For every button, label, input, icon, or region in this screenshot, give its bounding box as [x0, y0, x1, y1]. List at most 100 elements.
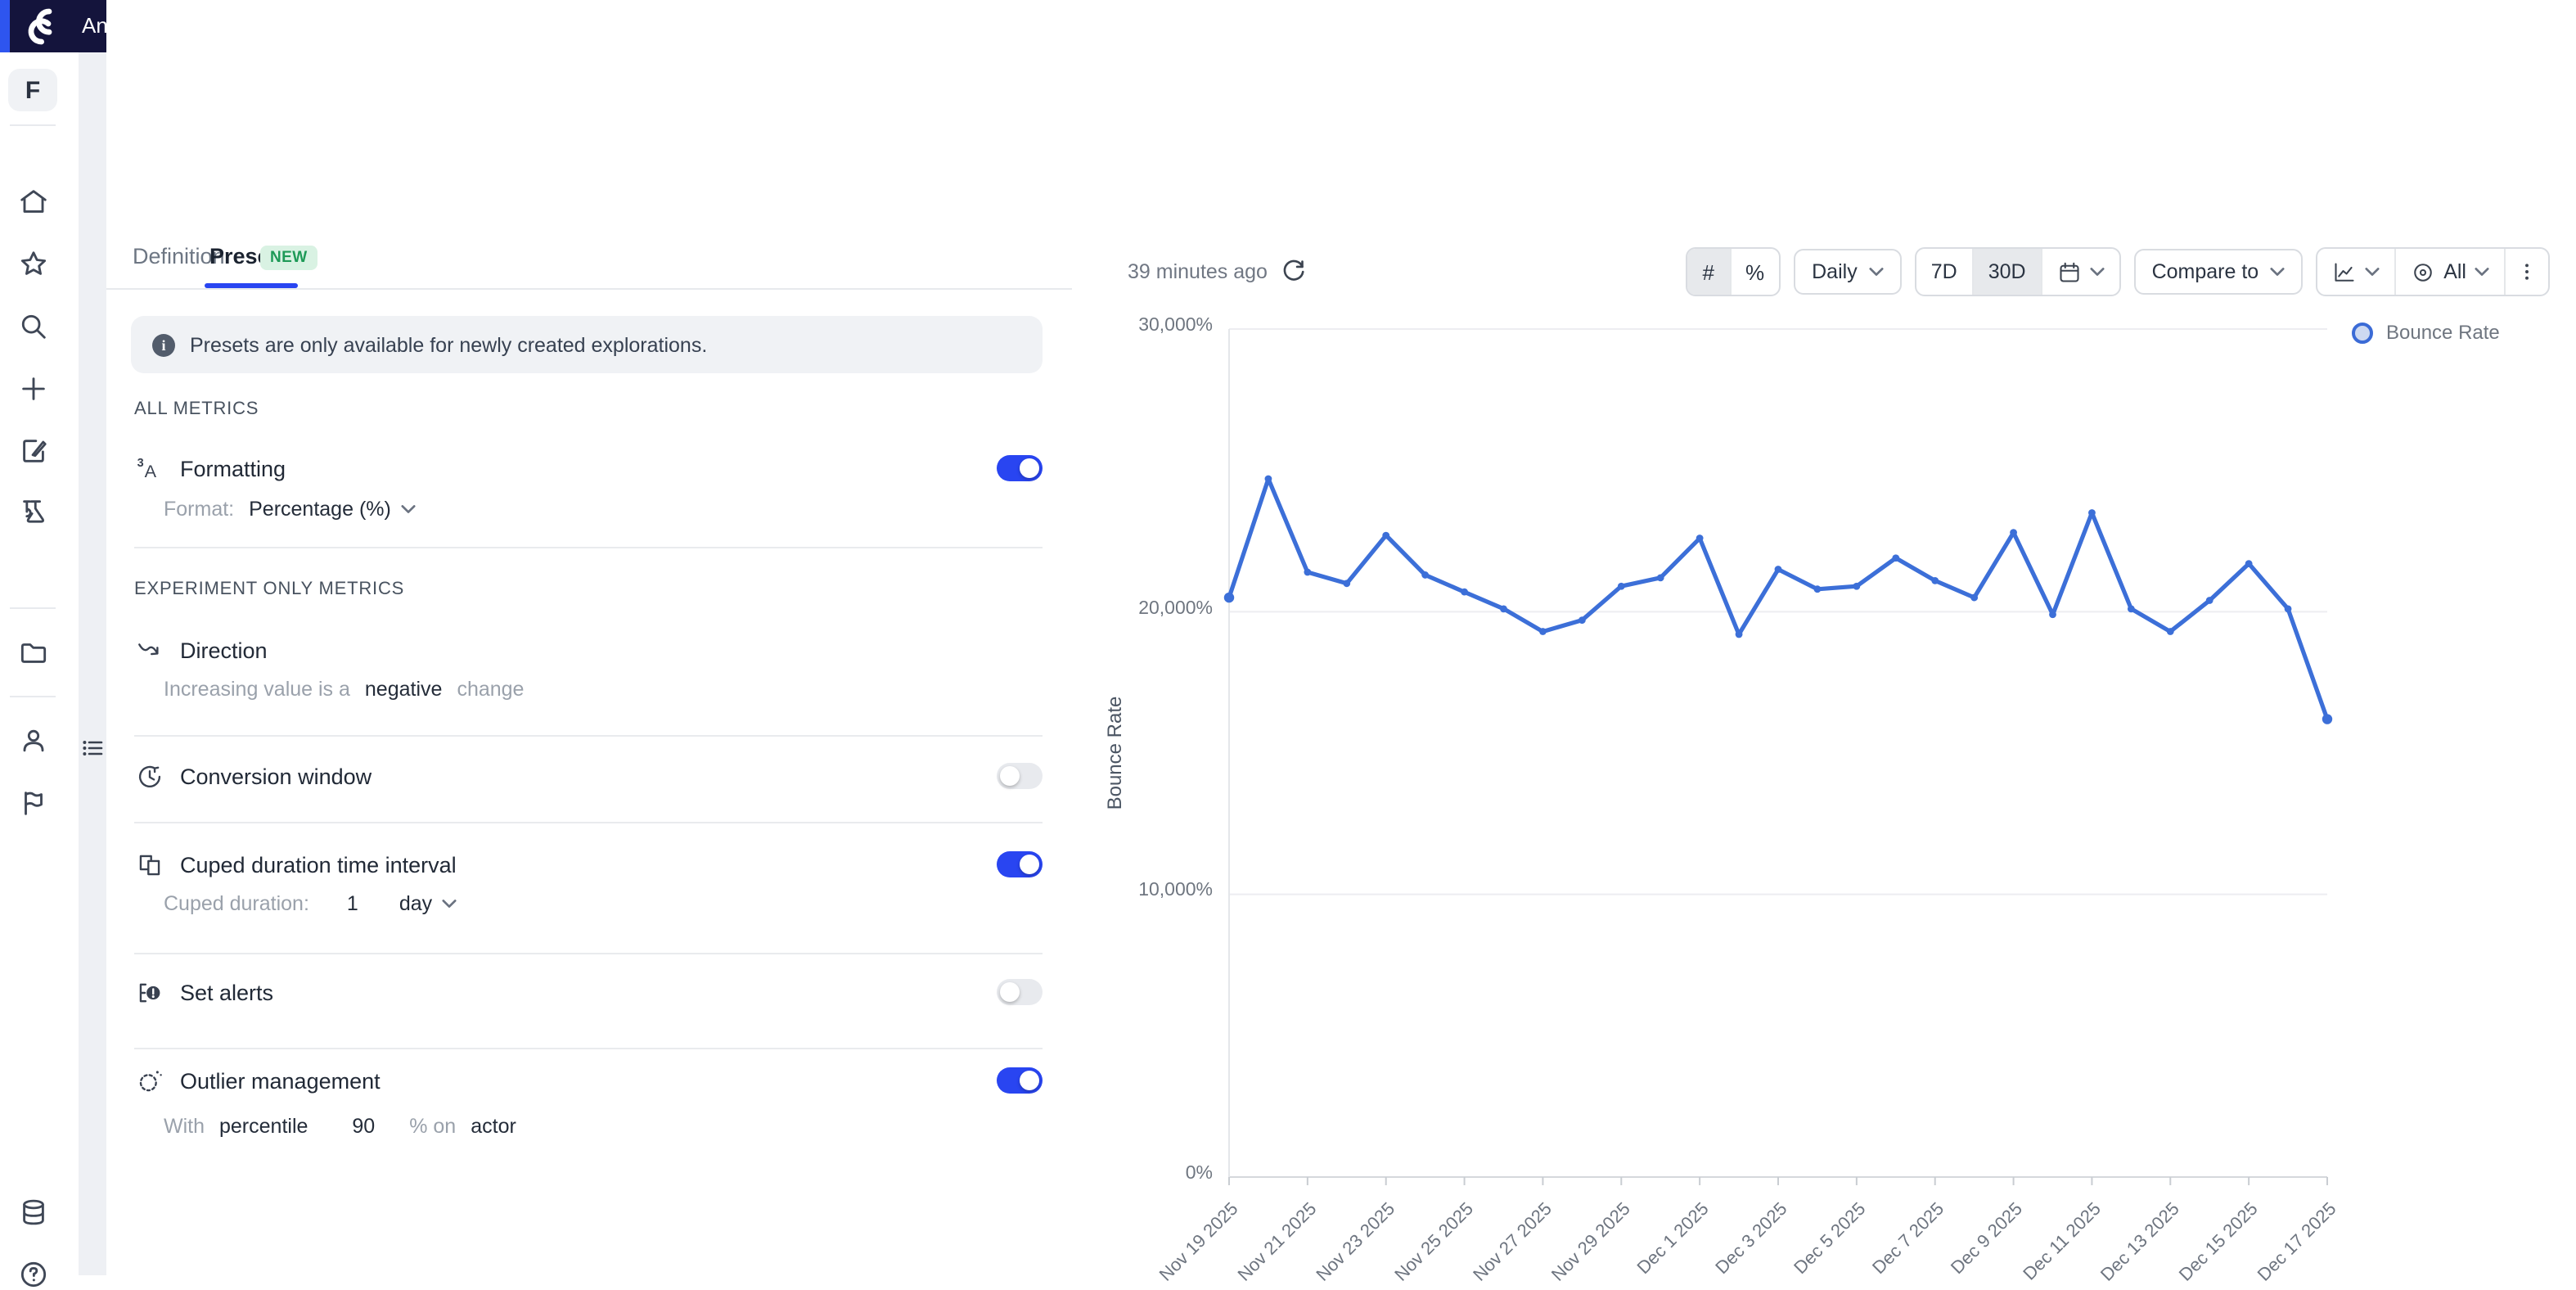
compose-icon[interactable]	[16, 434, 49, 467]
target-icon	[2411, 259, 2435, 284]
cuped-unit-dropdown[interactable]: day	[399, 892, 457, 915]
x-tick-label: Dec 15 2025	[2175, 1198, 2262, 1285]
star-icon[interactable]	[16, 247, 49, 280]
presets-panel: Definition Presets NEW i Presets are onl…	[106, 0, 1072, 1275]
visibility-filter-dropdown[interactable]: All	[2394, 249, 2504, 295]
data-point[interactable]	[2049, 611, 2056, 618]
conversion-window-toggle[interactable]	[997, 763, 1043, 789]
data-point[interactable]	[1970, 594, 1978, 602]
row-divider	[134, 735, 1043, 737]
data-point[interactable]	[1382, 532, 1389, 539]
data-point[interactable]	[1500, 605, 1507, 612]
formatting-label: Formatting	[180, 456, 286, 480]
bounce-rate-line[interactable]	[1229, 479, 2327, 719]
data-point[interactable]	[1343, 580, 1350, 587]
tabs-divider	[106, 288, 1072, 290]
chart-more-options-icon[interactable]	[2504, 249, 2548, 295]
cuped-duration-label: Cuped duration:	[164, 892, 309, 915]
interval-value: Daily	[1812, 260, 1858, 283]
data-point[interactable]	[1853, 583, 1860, 590]
data-point[interactable]	[2128, 605, 2135, 612]
set-alerts-row: Set alerts	[134, 976, 1043, 1008]
absolute-values-toggle[interactable]: #	[1688, 249, 1729, 295]
custom-range-button[interactable]	[2041, 249, 2119, 295]
outline-list-icon[interactable]	[82, 737, 105, 760]
data-point[interactable]	[1539, 628, 1547, 635]
data-point[interactable]	[1931, 577, 1939, 584]
brand-accent-strip	[0, 0, 10, 52]
range-7d-button[interactable]: 7D	[1916, 249, 1972, 295]
data-point[interactable]	[1736, 631, 1743, 638]
outlier-value-input[interactable]: 90	[352, 1115, 375, 1138]
info-icon: i	[152, 333, 175, 356]
outlier-method-dropdown[interactable]: percentile	[219, 1115, 308, 1138]
data-point[interactable]	[2010, 529, 2017, 536]
data-point[interactable]	[1461, 589, 1468, 596]
cuped-row: Cuped duration time interval	[134, 848, 1043, 881]
data-point[interactable]	[1421, 571, 1429, 579]
outlier-with-label: With	[164, 1115, 205, 1138]
data-point[interactable]	[1578, 616, 1586, 624]
direction-value-dropdown[interactable]: negative	[365, 678, 443, 701]
search-icon[interactable]	[16, 309, 49, 342]
direction-suffix: change	[457, 678, 524, 701]
data-point[interactable]	[1224, 593, 1234, 602]
cuped-duration-input[interactable]: 1	[347, 892, 358, 915]
eppo-logo-icon[interactable]	[15, 3, 64, 49]
set-alerts-toggle[interactable]	[997, 979, 1043, 1005]
format-value-dropdown[interactable]: Percentage (%)	[249, 498, 416, 521]
info-banner-text: Presets are only available for newly cre…	[190, 333, 707, 356]
compare-to-label: Compare to	[2152, 260, 2259, 283]
cuped-toggle[interactable]	[997, 851, 1043, 877]
data-point[interactable]	[1657, 574, 1664, 581]
overlap-squares-icon	[134, 850, 164, 879]
data-point[interactable]	[1265, 476, 1272, 483]
formatting-toggle[interactable]	[997, 455, 1043, 481]
data-point[interactable]	[1814, 585, 1822, 593]
data-point[interactable]	[1775, 566, 1782, 573]
flag-icon[interactable]	[16, 786, 49, 819]
chart-type-dropdown[interactable]	[2317, 249, 2394, 295]
x-tick-label: Nov 23 2025	[1312, 1198, 1398, 1285]
sidebar-divider	[10, 124, 56, 126]
workspace-logo[interactable]: F	[8, 69, 57, 111]
data-point[interactable]	[2285, 605, 2292, 612]
data-point[interactable]	[2322, 714, 2332, 724]
row-divider	[134, 822, 1043, 823]
bounce-rate-chart[interactable]: Nov 19 2025Nov 21 2025Nov 23 2025Nov 25 …	[1229, 329, 2327, 1275]
data-point[interactable]	[1892, 554, 1899, 562]
data-point[interactable]	[2206, 597, 2213, 604]
data-point[interactable]	[2245, 560, 2253, 567]
compare-to-dropdown[interactable]: Compare to	[2134, 249, 2304, 295]
chart-panel: 39 minutes ago # % Daily 7D 30D Comp	[1072, 0, 2576, 1275]
data-point[interactable]	[1618, 583, 1625, 590]
row-divider	[134, 1048, 1043, 1049]
chart-legend[interactable]: Bounce Rate	[2352, 321, 2500, 344]
y-tick-label: 30,000%	[1105, 316, 1213, 336]
refresh-icon[interactable]	[1282, 259, 1307, 283]
data-point[interactable]	[2088, 509, 2096, 516]
folder-icon[interactable]	[16, 635, 49, 668]
chart-controls: # % Daily 7D 30D Compare to	[1687, 249, 2550, 295]
help-icon[interactable]	[16, 1257, 49, 1290]
data-point[interactable]	[2167, 628, 2174, 635]
interval-dropdown[interactable]: Daily	[1794, 249, 1902, 295]
cuped-unit-value: day	[399, 892, 432, 915]
calendar-icon	[2057, 259, 2082, 284]
percent-values-toggle[interactable]: %	[1729, 249, 1779, 295]
plus-icon[interactable]	[16, 372, 49, 404]
experiments-icon[interactable]	[16, 494, 49, 527]
database-icon[interactable]	[16, 1195, 49, 1228]
range-30d-button[interactable]: 30D	[1972, 249, 2041, 295]
data-point[interactable]	[1304, 569, 1311, 576]
outlier-toggle[interactable]	[997, 1067, 1043, 1094]
x-tick-label: Dec 1 2025	[1633, 1198, 1712, 1278]
y-axis-title: Bounce Rate	[1103, 697, 1126, 810]
home-icon[interactable]	[16, 185, 49, 218]
data-point[interactable]	[1696, 534, 1704, 542]
sidebar: F	[0, 52, 79, 1275]
x-tick-label: Nov 27 2025	[1469, 1198, 1556, 1285]
x-tick-label: Nov 29 2025	[1547, 1198, 1634, 1285]
user-icon[interactable]	[16, 724, 49, 756]
outlier-entity-dropdown[interactable]: actor	[471, 1115, 516, 1138]
